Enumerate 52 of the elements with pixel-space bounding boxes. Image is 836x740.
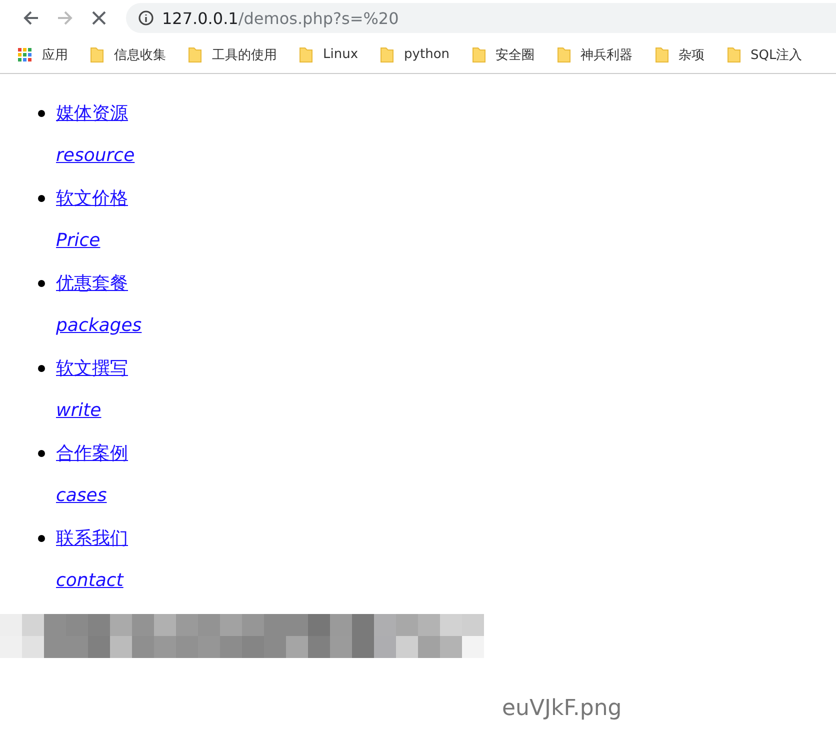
bullet-icon — [38, 450, 45, 456]
bookmark-label: 杂项 — [678, 46, 705, 64]
bookmark-label: 神兵利器 — [580, 46, 633, 64]
bookmark-label: 安全圈 — [496, 46, 535, 64]
nav-link[interactable]: contact — [56, 570, 124, 591]
address-bar[interactable]: 127.0.0.1/demos.php?s=%20 — [126, 3, 836, 33]
bookmark-label: Linux — [323, 47, 358, 62]
bullet-icon — [38, 194, 45, 202]
nav-link[interactable]: 联系我们 — [56, 526, 128, 550]
folder-icon — [299, 46, 313, 62]
bookmark-label: 工具的使用 — [212, 46, 277, 64]
bookmark-folder[interactable]: 工具的使用 — [188, 46, 277, 64]
back-arrow-icon — [22, 9, 40, 27]
bookmark-label: 信息收集 — [114, 46, 166, 64]
folder-icon — [380, 46, 394, 62]
nav-link[interactable]: 媒体资源 — [56, 101, 128, 125]
bookmark-label: python — [404, 47, 450, 62]
nav-link[interactable]: resource — [56, 145, 135, 166]
folder-icon — [726, 46, 741, 62]
bullet-icon — [38, 534, 45, 542]
folder-icon — [556, 46, 571, 62]
nav-link[interactable]: packages — [56, 315, 142, 336]
close-icon — [91, 10, 107, 26]
bookmark-label: SQL注入 — [750, 46, 802, 64]
url-text: 127.0.0.1/demos.php?s=%20 — [162, 8, 399, 28]
bookmark-label: 应用 — [42, 46, 68, 64]
apps-grid-icon — [18, 48, 32, 62]
folder-icon — [472, 46, 486, 62]
forward-arrow-icon — [56, 9, 74, 27]
bookmark-folder[interactable]: Linux — [299, 46, 358, 62]
folder-icon — [90, 46, 104, 62]
apps-shortcut[interactable]: 应用 — [18, 46, 68, 64]
image-caption: euVJkF.png — [502, 696, 623, 721]
bookmark-folder[interactable]: 安全圈 — [472, 46, 535, 64]
info-icon — [138, 10, 154, 26]
bookmark-folder[interactable]: 神兵利器 — [556, 46, 633, 64]
folder-icon — [654, 46, 669, 62]
bookmark-folder[interactable]: 信息收集 — [90, 46, 166, 64]
nav-link[interactable]: 优惠套餐 — [56, 271, 128, 295]
bookmark-folder[interactable]: SQL注入 — [726, 46, 802, 64]
folder-icon — [188, 46, 202, 62]
nav-link[interactable]: write — [56, 400, 102, 421]
bullet-icon — [38, 364, 45, 372]
bullet-icon — [38, 280, 45, 286]
bullet-icon — [38, 110, 45, 116]
nav-link[interactable]: 软文撰写 — [56, 356, 128, 380]
nav-link[interactable]: 软文价格 — [56, 186, 128, 210]
nav-link[interactable]: cases — [56, 485, 107, 506]
bookmark-folder[interactable]: 杂项 — [654, 46, 705, 64]
nav-link[interactable]: Price — [56, 230, 100, 251]
bookmark-folder[interactable]: python — [380, 46, 450, 62]
nav-link[interactable]: 合作案例 — [56, 441, 128, 465]
